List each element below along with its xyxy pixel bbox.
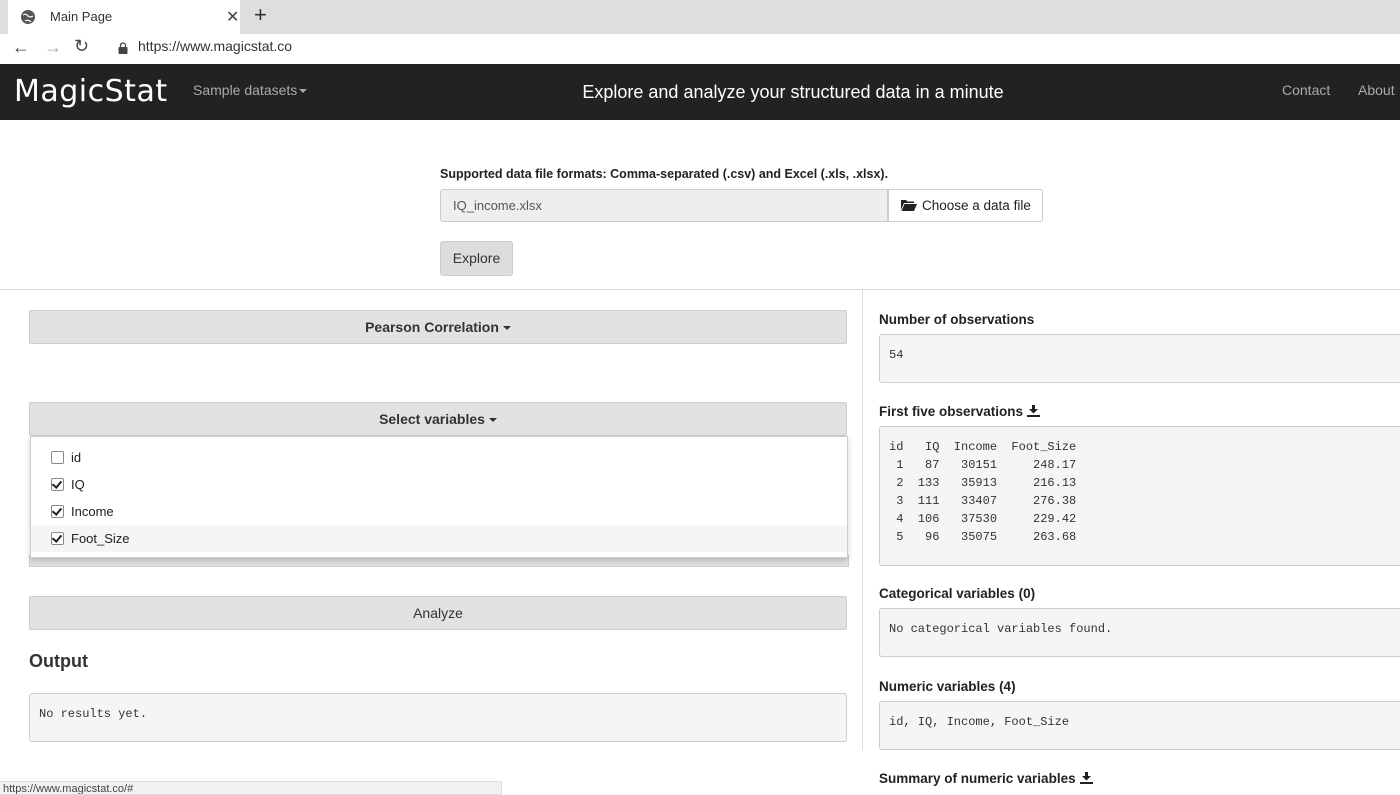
- about-link[interactable]: About: [1358, 82, 1395, 98]
- observations-title: Number of observations: [879, 312, 1035, 327]
- variable-option-iq[interactable]: IQ: [31, 471, 847, 498]
- new-tab-icon[interactable]: +: [254, 2, 267, 28]
- download-icon[interactable]: [1079, 772, 1093, 784]
- numeric-title: Numeric variables (4): [879, 679, 1016, 694]
- file-name-field[interactable]: IQ_income.xlsx: [440, 189, 888, 222]
- variable-label: id: [71, 450, 82, 465]
- section-divider: [0, 289, 1400, 290]
- forward-arrow-icon[interactable]: →: [44, 37, 62, 58]
- download-icon[interactable]: [1027, 405, 1041, 417]
- variable-checkbox-id[interactable]: [51, 451, 64, 464]
- lock-icon[interactable]: [118, 42, 128, 54]
- variable-checkbox-foot-size[interactable]: [51, 532, 64, 545]
- observations-box: 54: [879, 334, 1400, 383]
- variable-checkbox-iq[interactable]: [51, 478, 64, 491]
- variable-label: Income: [71, 504, 114, 519]
- variable-option-income[interactable]: Income: [31, 498, 847, 525]
- globe-icon: [21, 10, 35, 24]
- analyze-button[interactable]: Analyze: [29, 596, 847, 630]
- close-tab-icon[interactable]: ✕: [226, 7, 239, 27]
- browser-tab-strip: Main Page ✕ +: [0, 0, 1400, 34]
- site-tagline: Explore and analyze your structured data…: [582, 82, 1004, 102]
- select-variables-label: Select variables: [379, 411, 485, 427]
- select-variables-dropdown[interactable]: Select variables: [29, 402, 847, 436]
- first-five-title-row: First five observations: [879, 404, 1041, 419]
- categorical-text: No categorical variables found.: [889, 622, 1113, 636]
- output-text: No results yet.: [39, 707, 148, 721]
- tab-title: Main Page: [50, 9, 113, 24]
- first-five-table: id IQ Income Foot_Size 1 87 30151 248.17…: [889, 440, 1077, 544]
- output-box: No results yet.: [29, 693, 847, 742]
- explore-button[interactable]: Explore: [440, 241, 513, 276]
- back-arrow-icon[interactable]: ←: [12, 37, 30, 58]
- reload-icon[interactable]: ↻: [74, 36, 89, 57]
- file-name-value: IQ_income.xlsx: [453, 198, 542, 213]
- first-five-title: First five observations: [879, 404, 1024, 419]
- summary-title-row: Summary of numeric variables: [879, 771, 1093, 786]
- observations-value: 54: [889, 348, 904, 362]
- output-title: Output: [29, 651, 88, 671]
- supported-formats-label: Supported data file formats: Comma-separ…: [440, 167, 889, 181]
- site-navbar: MagicStat Sample datasets Explore and an…: [0, 64, 1400, 120]
- address-bar: ← → ↻ https://www.magicstat.co: [0, 34, 1400, 64]
- variables-menu: id IQ Income Foot_Size: [30, 436, 848, 558]
- categorical-title: Categorical variables (0): [879, 586, 1036, 601]
- categorical-box: No categorical variables found.: [879, 608, 1400, 657]
- variable-label: Foot_Size: [71, 531, 130, 546]
- browser-tab[interactable]: Main Page ✕: [8, 0, 240, 34]
- column-divider: [862, 290, 863, 750]
- analysis-type-dropdown[interactable]: Pearson Correlation: [29, 310, 847, 344]
- variable-option-foot-size[interactable]: Foot_Size: [31, 525, 847, 552]
- first-five-box: id IQ Income Foot_Size 1 87 30151 248.17…: [879, 426, 1400, 566]
- variable-option-id[interactable]: id: [31, 444, 847, 471]
- analyze-label: Analyze: [413, 605, 463, 621]
- variable-checkbox-income[interactable]: [51, 505, 64, 518]
- caret-down-icon: [502, 326, 511, 331]
- choose-file-label: Choose a data file: [922, 198, 1031, 213]
- summary-title: Summary of numeric variables: [879, 771, 1076, 786]
- numeric-box: id, IQ, Income, Foot_Size: [879, 701, 1400, 750]
- numeric-text: id, IQ, Income, Foot_Size: [889, 715, 1070, 729]
- folder-open-icon: [901, 200, 917, 211]
- caret-down-icon: [488, 418, 497, 423]
- analysis-type-label: Pearson Correlation: [365, 319, 499, 335]
- variable-label: IQ: [71, 477, 85, 492]
- url-field[interactable]: https://www.magicstat.co: [138, 38, 292, 54]
- choose-file-button[interactable]: Choose a data file: [888, 189, 1043, 222]
- contact-link[interactable]: Contact: [1282, 82, 1330, 98]
- explore-label: Explore: [452, 250, 501, 266]
